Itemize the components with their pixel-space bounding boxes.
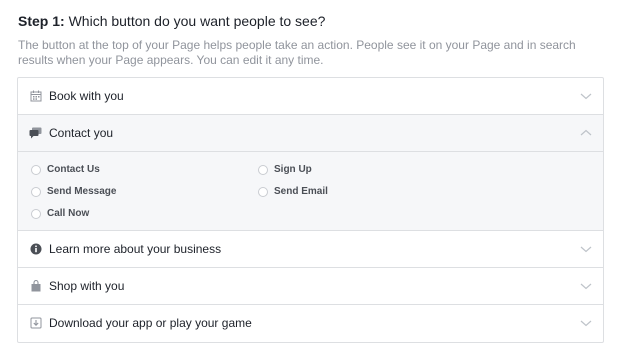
step-number: Step 1: [18, 13, 65, 29]
radio-button[interactable] [31, 186, 41, 197]
section-label: Book with you [49, 89, 124, 103]
section-label: Shop with you [49, 279, 125, 293]
step-heading: Step 1: Which button do you want people … [18, 13, 325, 29]
radio-button[interactable] [258, 164, 268, 175]
section-contact-you[interactable]: Contact you [18, 115, 603, 152]
chevron-down-icon[interactable] [580, 281, 592, 291]
option-label: Send Email [274, 186, 328, 197]
download-icon [29, 317, 42, 329]
section-shop-with-you[interactable]: Shop with you [18, 268, 603, 305]
section-learn-more[interactable]: Learn more about your business [18, 231, 603, 268]
section-book-with-you[interactable]: Book with you [18, 78, 603, 115]
option-label: Send Message [47, 186, 117, 197]
section-label: Contact you [49, 126, 114, 140]
option-label: Contact Us [47, 164, 100, 175]
shopping-bag-icon [29, 280, 42, 292]
option-send-message[interactable]: Send Message [31, 186, 116, 197]
calendar-icon [29, 90, 42, 102]
option-contact-us[interactable]: Contact Us [31, 164, 100, 175]
chevron-down-icon[interactable] [580, 244, 592, 254]
chevron-down-icon[interactable] [580, 318, 592, 328]
step-description: The button at the top of your Page helps… [18, 38, 576, 67]
radio-button[interactable] [31, 164, 41, 175]
chat-bubble-icon [29, 127, 42, 139]
button-category-accordion: Book with you Contact you Contact Us Sen… [17, 77, 604, 343]
info-icon [29, 243, 42, 255]
radio-button[interactable] [31, 208, 41, 219]
chevron-up-icon[interactable] [580, 128, 592, 138]
chevron-down-icon[interactable] [580, 91, 592, 101]
option-label: Sign Up [274, 164, 312, 175]
option-label: Call Now [47, 208, 90, 219]
option-send-email[interactable]: Send Email [258, 186, 328, 197]
option-call-now[interactable]: Call Now [31, 208, 89, 219]
radio-button[interactable] [258, 186, 268, 197]
section-label: Download your app or play your game [49, 316, 252, 330]
contact-you-options: Contact Us Send Message Call Now Sign Up… [18, 152, 603, 231]
section-label: Learn more about your business [49, 242, 222, 256]
option-sign-up[interactable]: Sign Up [258, 164, 312, 175]
section-download-app[interactable]: Download your app or play your game [18, 305, 603, 342]
step-question: Which button do you want people to see? [64, 13, 326, 29]
